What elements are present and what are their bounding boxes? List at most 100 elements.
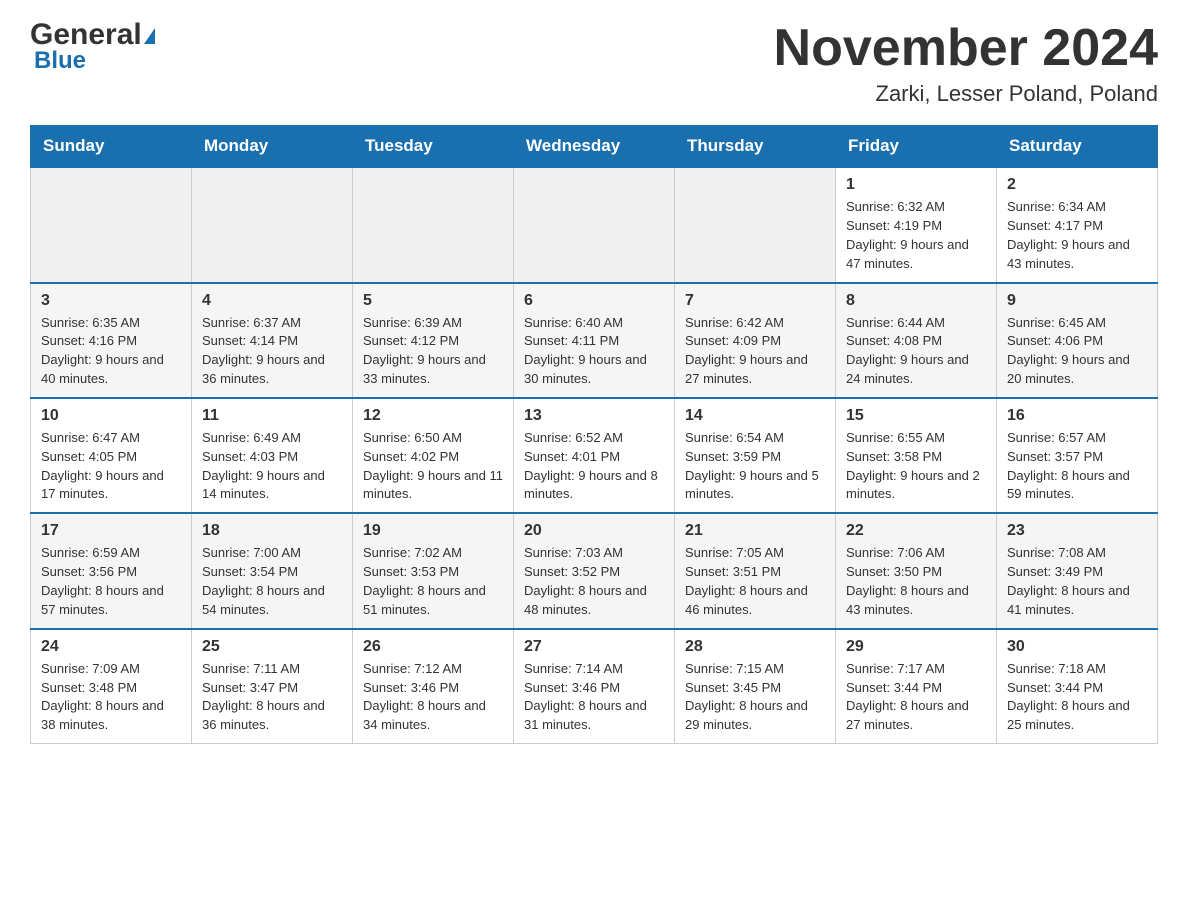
calendar-table: Sunday Monday Tuesday Wednesday Thursday… [30,125,1158,744]
calendar-cell: 15 Sunrise: 6:55 AM Sunset: 3:58 PM Dayli… [836,398,997,513]
logo: General Blue [30,20,155,75]
calendar-cell: 27 Sunrise: 7:14 AM Sunset: 3:46 PM Dayli… [514,629,675,744]
day-info: Sunrise: 6:57 AM Sunset: 3:57 PM Dayligh… [1007,430,1130,502]
day-info: Sunrise: 7:18 AM Sunset: 3:44 PM Dayligh… [1007,661,1130,733]
day-info: Sunrise: 6:49 AM Sunset: 4:03 PM Dayligh… [202,430,325,502]
week-row-5: 24 Sunrise: 7:09 AM Sunset: 3:48 PM Dayli… [31,629,1158,744]
calendar-cell [353,167,514,282]
calendar-cell: 6 Sunrise: 6:40 AM Sunset: 4:11 PM Daylig… [514,283,675,398]
day-info: Sunrise: 6:37 AM Sunset: 4:14 PM Dayligh… [202,315,325,387]
col-wednesday: Wednesday [514,126,675,168]
calendar-cell: 8 Sunrise: 6:44 AM Sunset: 4:08 PM Daylig… [836,283,997,398]
day-number: 26 [363,638,503,656]
day-number: 22 [846,522,986,540]
day-number: 1 [846,176,986,194]
day-number: 7 [685,292,825,310]
logo-triangle-icon [144,28,155,44]
calendar-cell [192,167,353,282]
calendar-cell: 24 Sunrise: 7:09 AM Sunset: 3:48 PM Dayli… [31,629,192,744]
day-info: Sunrise: 7:14 AM Sunset: 3:46 PM Dayligh… [524,661,647,733]
day-number: 4 [202,292,342,310]
day-number: 18 [202,522,342,540]
day-number: 10 [41,407,181,425]
calendar-cell [31,167,192,282]
col-thursday: Thursday [675,126,836,168]
day-number: 8 [846,292,986,310]
calendar-cell: 2 Sunrise: 6:34 AM Sunset: 4:17 PM Daylig… [997,167,1158,282]
day-info: Sunrise: 7:03 AM Sunset: 3:52 PM Dayligh… [524,545,647,617]
calendar-cell: 25Sunrise: 7:11 AM Sunset: 3:47 PM Dayli… [192,629,353,744]
calendar-cell [514,167,675,282]
day-info: Sunrise: 7:09 AM Sunset: 3:48 PM Dayligh… [41,661,164,733]
day-info: Sunrise: 6:55 AM Sunset: 3:58 PM Dayligh… [846,430,980,502]
calendar-cell: 29Sunrise: 7:17 AM Sunset: 3:44 PM Dayli… [836,629,997,744]
day-number: 21 [685,522,825,540]
calendar-cell: 23 Sunrise: 7:08 AM Sunset: 3:49 PM Dayli… [997,513,1158,628]
day-number: 19 [363,522,503,540]
day-number: 9 [1007,292,1147,310]
calendar-cell: 21 Sunrise: 7:05 AM Sunset: 3:51 PM Dayli… [675,513,836,628]
day-number: 11 [202,407,342,425]
calendar-cell: 22 Sunrise: 7:06 AM Sunset: 3:50 PM Dayli… [836,513,997,628]
calendar-cell: 28Sunrise: 7:15 AM Sunset: 3:45 PM Dayli… [675,629,836,744]
col-sunday: Sunday [31,126,192,168]
day-number: 20 [524,522,664,540]
day-info: Sunrise: 6:54 AM Sunset: 3:59 PM Dayligh… [685,430,819,502]
logo-general-text: General [30,20,142,50]
day-number: 23 [1007,522,1147,540]
day-info: Sunrise: 6:59 AM Sunset: 3:56 PM Dayligh… [41,545,164,617]
calendar-cell: 1 Sunrise: 6:32 AM Sunset: 4:19 PM Daylig… [836,167,997,282]
day-number: 13 [524,407,664,425]
day-number: 14 [685,407,825,425]
day-info: Sunrise: 7:08 AM Sunset: 3:49 PM Dayligh… [1007,545,1130,617]
day-number: 30 [1007,638,1147,656]
day-number: 3 [41,292,181,310]
calendar-cell [675,167,836,282]
day-info: Sunrise: 7:12 AM Sunset: 3:46 PM Dayligh… [363,661,486,733]
day-info: Sunrise: 6:34 AM Sunset: 4:17 PM Dayligh… [1007,199,1130,271]
calendar-header-row: Sunday Monday Tuesday Wednesday Thursday… [31,126,1158,168]
calendar-cell: 17 Sunrise: 6:59 AM Sunset: 3:56 PM Dayli… [31,513,192,628]
day-number: 27 [524,638,664,656]
col-monday: Monday [192,126,353,168]
calendar-cell: 26 Sunrise: 7:12 AM Sunset: 3:46 PM Dayli… [353,629,514,744]
calendar-cell: 20 Sunrise: 7:03 AM Sunset: 3:52 PM Dayli… [514,513,675,628]
day-info: Sunrise: 6:40 AM Sunset: 4:11 PM Dayligh… [524,315,647,387]
col-friday: Friday [836,126,997,168]
day-info: Sunrise: 6:39 AM Sunset: 4:12 PM Dayligh… [363,315,486,387]
calendar-title-area: November 2024 Zarki, Lesser Poland, Pola… [774,20,1158,107]
day-info: Sunrise: 6:44 AM Sunset: 4:08 PM Dayligh… [846,315,969,387]
day-info: Sunrise: 6:47 AM Sunset: 4:05 PM Dayligh… [41,430,164,502]
day-info: Sunrise: 7:06 AM Sunset: 3:50 PM Dayligh… [846,545,969,617]
logo-blue-text: Blue [30,47,86,75]
day-info: Sunrise: 7:00 AM Sunset: 3:54 PM Dayligh… [202,545,325,617]
week-row-1: 1 Sunrise: 6:32 AM Sunset: 4:19 PM Daylig… [31,167,1158,282]
calendar-cell: 4 Sunrise: 6:37 AM Sunset: 4:14 PM Daylig… [192,283,353,398]
calendar-cell: 30 Sunrise: 7:18 AM Sunset: 3:44 PM Dayli… [997,629,1158,744]
day-number: 15 [846,407,986,425]
day-number: 2 [1007,176,1147,194]
week-row-4: 17 Sunrise: 6:59 AM Sunset: 3:56 PM Dayli… [31,513,1158,628]
day-info: Sunrise: 6:45 AM Sunset: 4:06 PM Dayligh… [1007,315,1130,387]
day-info: Sunrise: 6:42 AM Sunset: 4:09 PM Dayligh… [685,315,808,387]
calendar-cell: 19Sunrise: 7:02 AM Sunset: 3:53 PM Dayli… [353,513,514,628]
calendar-cell: 16 Sunrise: 6:57 AM Sunset: 3:57 PM Dayli… [997,398,1158,513]
day-info: Sunrise: 6:52 AM Sunset: 4:01 PM Dayligh… [524,430,658,502]
day-info: Sunrise: 7:05 AM Sunset: 3:51 PM Dayligh… [685,545,808,617]
day-number: 17 [41,522,181,540]
calendar-cell: 3 Sunrise: 6:35 AM Sunset: 4:16 PM Daylig… [31,283,192,398]
day-info: Sunrise: 6:35 AM Sunset: 4:16 PM Dayligh… [41,315,164,387]
day-info: Sunrise: 6:32 AM Sunset: 4:19 PM Dayligh… [846,199,969,271]
day-number: 28 [685,638,825,656]
calendar-cell: 7 Sunrise: 6:42 AM Sunset: 4:09 PM Daylig… [675,283,836,398]
calendar-cell: 9 Sunrise: 6:45 AM Sunset: 4:06 PM Daylig… [997,283,1158,398]
location-subtitle: Zarki, Lesser Poland, Poland [774,81,1158,107]
day-number: 16 [1007,407,1147,425]
calendar-cell: 12Sunrise: 6:50 AM Sunset: 4:02 PM Dayli… [353,398,514,513]
col-saturday: Saturday [997,126,1158,168]
col-tuesday: Tuesday [353,126,514,168]
week-row-3: 10 Sunrise: 6:47 AM Sunset: 4:05 PM Dayli… [31,398,1158,513]
day-number: 6 [524,292,664,310]
calendar-cell: 14 Sunrise: 6:54 AM Sunset: 3:59 PM Dayli… [675,398,836,513]
day-number: 24 [41,638,181,656]
